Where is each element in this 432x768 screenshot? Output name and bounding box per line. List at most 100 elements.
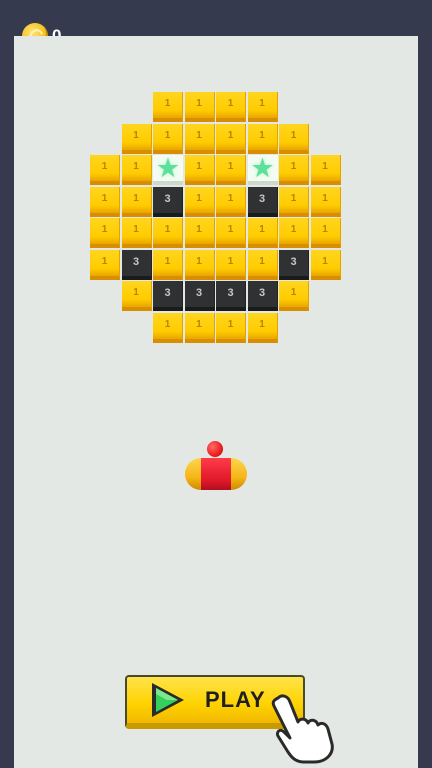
brick-hit-count: 1 bbox=[290, 161, 297, 172]
brick: 1 bbox=[184, 312, 215, 343]
hard-brick: 3 bbox=[247, 281, 278, 311]
brick-hit-count: 1 bbox=[164, 255, 171, 267]
brick-hit-count: 1 bbox=[196, 318, 202, 330]
hard-brick: 3 bbox=[184, 281, 215, 311]
hard-brick: 3 bbox=[247, 186, 278, 217]
brick-hit-count: 1 bbox=[196, 129, 202, 141]
brick: 1 bbox=[153, 249, 183, 280]
brick-hit-count: 1 bbox=[101, 192, 108, 204]
star-block: ★ bbox=[153, 155, 183, 185]
brick: 1 bbox=[279, 155, 309, 185]
hard-brick: 3 bbox=[216, 281, 246, 311]
brick: 1 bbox=[90, 155, 120, 185]
brick-hit-count: 1 bbox=[133, 287, 139, 298]
brick-hit-count: 1 bbox=[133, 161, 139, 172]
brick-hit-count: 1 bbox=[101, 255, 108, 267]
brick: 1 bbox=[216, 249, 246, 280]
brick-hit-count: 1 bbox=[259, 98, 265, 109]
brick: 1 bbox=[247, 218, 278, 248]
brick: 1 bbox=[279, 218, 309, 248]
brick: 1 bbox=[247, 249, 278, 280]
brick-hit-count: 1 bbox=[227, 255, 234, 267]
brick: 1 bbox=[310, 155, 341, 185]
play-label: PLAY bbox=[205, 687, 266, 712]
brick: 1 bbox=[279, 281, 309, 311]
brick-hit-count: 1 bbox=[164, 98, 171, 109]
brick: 1 bbox=[153, 92, 183, 122]
brick: 1 bbox=[121, 123, 152, 154]
brick: 1 bbox=[247, 312, 278, 343]
brick-hit-count: 3 bbox=[290, 255, 297, 268]
brick: 1 bbox=[247, 123, 278, 154]
brick: 1 bbox=[121, 186, 152, 217]
brick-hit-count: 3 bbox=[164, 192, 171, 205]
brick: 1 bbox=[247, 92, 278, 122]
brick-hit-count: 1 bbox=[322, 224, 328, 235]
brick: 1 bbox=[121, 281, 152, 311]
brick-hit-count: 1 bbox=[290, 287, 297, 298]
brick: 1 bbox=[121, 218, 152, 248]
brick-hit-count: 3 bbox=[258, 287, 266, 299]
brick-hit-count: 1 bbox=[259, 255, 265, 267]
brick: 1 bbox=[216, 92, 246, 122]
hard-brick: 3 bbox=[279, 249, 309, 280]
brick: 1 bbox=[216, 123, 246, 154]
brick: 1 bbox=[184, 92, 215, 122]
brick: 1 bbox=[184, 249, 215, 280]
brick-hit-count: 1 bbox=[259, 318, 265, 330]
brick-hit-count: 1 bbox=[290, 129, 297, 141]
brick-hit-count: 3 bbox=[227, 287, 234, 299]
brick-hit-count: 1 bbox=[322, 255, 328, 267]
brick: 1 bbox=[153, 218, 183, 248]
brick-hit-count: 1 bbox=[101, 224, 108, 235]
brick: 1 bbox=[184, 218, 215, 248]
brick-hit-count: 1 bbox=[101, 161, 108, 172]
brick-hit-count: 1 bbox=[196, 161, 202, 172]
brick-hit-count: 1 bbox=[259, 129, 265, 141]
brick-hit-count: 1 bbox=[164, 224, 171, 235]
brick: 1 bbox=[153, 123, 183, 154]
brick-hit-count: 1 bbox=[227, 192, 234, 204]
brick: 1 bbox=[153, 312, 183, 343]
star-block: ★ bbox=[247, 153, 278, 185]
brick-hit-count: 1 bbox=[196, 224, 202, 235]
play-area[interactable]: 1 1 1 1 1 1 1 1 1 1 1 1 ★ 1 1 ★ 1 1 1 1 3 1 1 3 1 1 1 1 1 1 1 1 1 1 1 3 1 1 1 1… bbox=[14, 36, 418, 768]
brick-hit-count: 1 bbox=[322, 161, 328, 172]
star-icon: ★ bbox=[155, 153, 181, 183]
paddle[interactable] bbox=[185, 458, 247, 490]
brick-hit-count: 1 bbox=[196, 98, 202, 109]
brick-hit-count: 1 bbox=[133, 224, 139, 235]
brick: 1 bbox=[216, 186, 246, 217]
brick: 1 bbox=[184, 123, 215, 154]
brick-hit-count: 1 bbox=[133, 192, 139, 204]
brick: 1 bbox=[279, 186, 309, 217]
brick-hit-count: 1 bbox=[290, 192, 297, 204]
star-icon: ★ bbox=[250, 153, 275, 183]
brick-hit-count: 1 bbox=[164, 129, 171, 141]
hard-brick: 3 bbox=[153, 186, 183, 217]
brick-hit-count: 1 bbox=[133, 129, 139, 141]
brick: 1 bbox=[121, 155, 152, 185]
brick-hit-count: 1 bbox=[227, 224, 234, 235]
brick-hit-count: 1 bbox=[227, 318, 234, 330]
brick-hit-count: 1 bbox=[227, 98, 234, 109]
brick: 1 bbox=[90, 249, 120, 280]
brick-hit-count: 1 bbox=[196, 255, 202, 267]
brick: 1 bbox=[184, 155, 215, 185]
brick-hit-count: 3 bbox=[258, 192, 266, 205]
brick: 1 bbox=[310, 218, 341, 248]
play-triangle-icon bbox=[152, 683, 184, 717]
brick: 1 bbox=[310, 249, 341, 280]
brick: 1 bbox=[279, 123, 309, 154]
brick: 1 bbox=[90, 186, 120, 217]
brick-hit-count: 1 bbox=[322, 192, 328, 204]
brick: 1 bbox=[90, 218, 120, 248]
brick-hit-count: 1 bbox=[227, 129, 234, 141]
paddle-core bbox=[201, 458, 231, 490]
brick-hit-count: 3 bbox=[195, 287, 203, 299]
brick: 1 bbox=[216, 312, 246, 343]
brick: 1 bbox=[216, 218, 246, 248]
brick-hit-count: 3 bbox=[164, 287, 171, 299]
brick: 1 bbox=[216, 155, 246, 185]
brick: 1 bbox=[184, 186, 215, 217]
